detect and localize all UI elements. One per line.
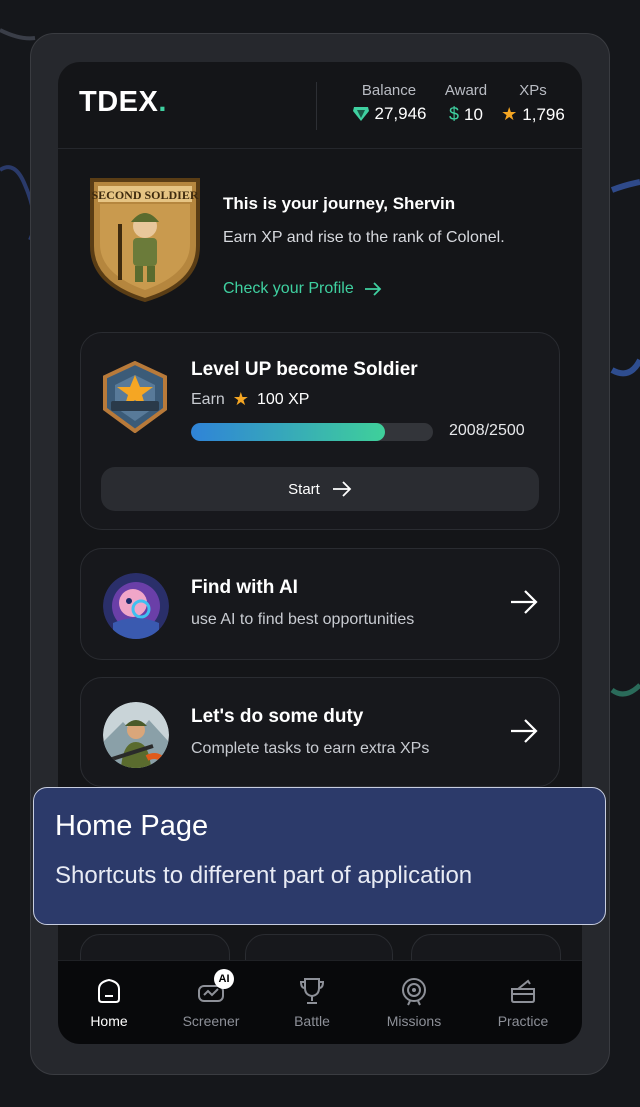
arrow-right-icon	[332, 481, 352, 497]
emblem-text: SECOND SOLDIER	[91, 188, 198, 202]
find-with-ai-card[interactable]: Find with AI use AI to find best opportu…	[80, 548, 560, 660]
tab-practice-label: Practice	[497, 1013, 549, 1029]
bottom-tab-bar: Home AI Screener Battle Missions Practic…	[58, 960, 582, 1044]
ai-card-title: Find with AI	[191, 577, 298, 598]
tab-missions[interactable]: Missions	[369, 973, 459, 1029]
arrow-right-icon[interactable]	[509, 589, 539, 615]
tab-screener[interactable]: AI Screener	[166, 969, 256, 1029]
onboarding-tooltip[interactable]: Home Page Shortcuts to different part of…	[33, 787, 606, 925]
award-stat: Award $ 10	[434, 82, 498, 125]
tab-screener-label: Screener	[182, 1013, 240, 1029]
app-logo[interactable]: TDEX.	[79, 86, 167, 119]
check-profile-label: Check your Profile	[223, 280, 354, 297]
duty-card[interactable]: Let's do some duty Complete tasks to ear…	[80, 677, 560, 787]
tab-missions-label: Missions	[386, 1013, 442, 1029]
ai-robot-icon	[103, 573, 169, 639]
level-up-card: Level UP become Soldier Earn ★ 100 XP 20…	[80, 332, 560, 530]
level-title: Level UP become Soldier	[191, 359, 418, 380]
award-label: Award	[444, 82, 488, 99]
award-value: 10	[464, 104, 483, 124]
arrow-right-icon	[364, 282, 381, 296]
balance-stat: Balance 27,946	[332, 82, 446, 124]
journey-subtitle: Earn XP and rise to the rank of Colonel.	[223, 229, 505, 246]
duty-card-subtitle: Complete tasks to earn extra XPs	[191, 740, 430, 757]
arrow-right-icon[interactable]	[509, 718, 539, 744]
ai-card-subtitle: use AI to find best opportunities	[191, 611, 415, 628]
check-profile-link[interactable]: Check your Profile	[223, 280, 382, 298]
earn-label: Earn	[191, 390, 225, 408]
start-label: Start	[288, 480, 320, 498]
star-icon: ★	[232, 389, 249, 409]
tab-battle[interactable]: Battle	[267, 973, 357, 1029]
level-reward: Earn ★ 100 XP	[191, 389, 309, 410]
xp-progress-bar	[191, 423, 433, 441]
soldier-icon	[103, 702, 169, 768]
balance-label: Balance	[361, 82, 417, 99]
tooltip-body: Shortcuts to different part of applicati…	[55, 862, 473, 889]
practice-icon	[511, 979, 535, 1003]
star-icon: ★	[501, 104, 518, 124]
rank-badge-icon	[103, 361, 167, 433]
xp-progress-fill	[191, 423, 386, 441]
ai-badge: AI	[214, 969, 234, 989]
tab-practice[interactable]: Practice	[478, 973, 568, 1029]
duty-card-title: Let's do some duty	[191, 706, 364, 727]
xps-label: XPs	[519, 82, 547, 99]
xp-progress-text: 2008/2500	[449, 422, 525, 439]
earn-value: 100 XP	[256, 390, 310, 408]
top-header: TDEX. Balance 27,946 Award $ 10 XPs ★ 1,…	[58, 62, 582, 149]
gem-icon	[352, 107, 369, 121]
target-icon	[402, 978, 426, 1006]
trophy-icon	[299, 978, 325, 1004]
tab-home-label: Home	[90, 1013, 128, 1029]
tooltip-title: Home Page	[55, 810, 209, 842]
dollar-icon: $	[449, 104, 460, 124]
journey-section: SECOND SOLDIER This is your journey, She…	[58, 152, 582, 312]
home-icon	[98, 978, 120, 1003]
xps-stat: XPs ★ 1,796	[498, 82, 568, 125]
journey-title: This is your journey, Shervin	[223, 194, 456, 213]
tab-home[interactable]: Home	[64, 973, 154, 1029]
start-button[interactable]: Start	[101, 467, 539, 511]
soldier-rank-emblem: SECOND SOLDIER	[90, 178, 200, 302]
balance-value: 27,946	[374, 104, 427, 123]
header-divider	[316, 82, 317, 130]
tab-battle-label: Battle	[294, 1013, 330, 1029]
xps-value: 1,796	[522, 104, 565, 124]
